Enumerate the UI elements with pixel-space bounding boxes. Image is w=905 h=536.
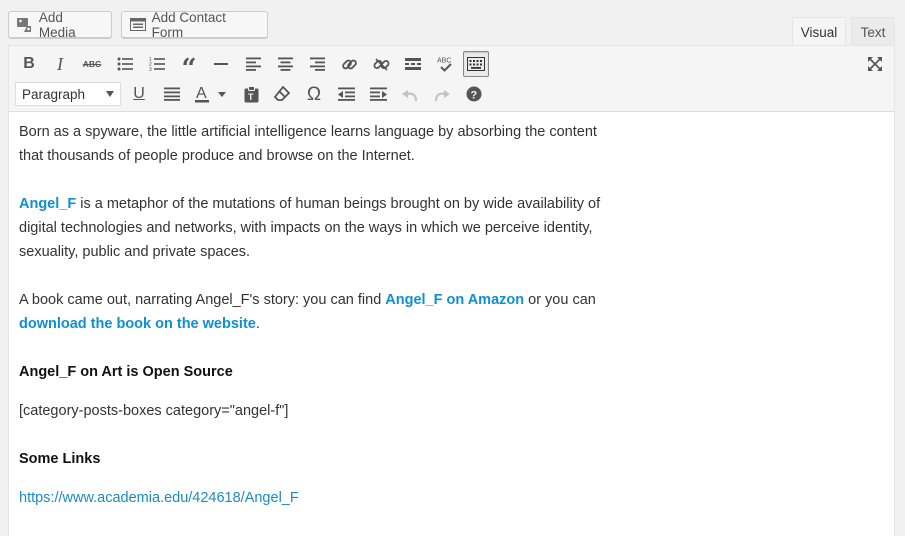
toolbar-toggle-button[interactable] — [463, 51, 489, 77]
redo-button[interactable] — [429, 81, 455, 107]
numbered-list-button[interactable]: 123 — [144, 51, 170, 77]
paragraph-book-text-a: A book came out, narrating Angel_F's sto… — [19, 292, 386, 308]
horizontal-line-button[interactable] — [208, 51, 234, 77]
strikethrough-button[interactable]: ABC — [79, 51, 105, 77]
justify-button[interactable] — [159, 81, 185, 107]
bold-button[interactable]: B — [16, 51, 42, 77]
insert-link-button[interactable] — [336, 51, 362, 77]
format-select[interactable]: Paragraph — [15, 82, 121, 106]
numbered-list-icon: 123 — [149, 57, 165, 71]
redo-icon — [434, 90, 450, 101]
align-left-icon — [245, 57, 261, 71]
omega-icon: Ω — [306, 83, 322, 105]
outdent-icon — [337, 87, 355, 101]
heading-some-links: Some Links — [19, 451, 101, 467]
editor-topbar: Add Media Add Contact Form Visual Text — [0, 0, 905, 46]
align-center-icon — [277, 57, 293, 71]
tab-text[interactable]: Text — [851, 17, 895, 46]
svg-text:T: T — [248, 92, 254, 102]
outdent-button[interactable] — [333, 81, 359, 107]
special-character-button[interactable]: Ω — [301, 81, 327, 107]
undo-button[interactable] — [397, 81, 423, 107]
align-right-icon — [309, 57, 325, 71]
italic-icon: I — [57, 54, 63, 74]
bullet-list-button[interactable] — [112, 51, 138, 77]
help-icon: ? — [466, 86, 482, 102]
fullscreen-button[interactable] — [862, 51, 888, 77]
paragraph-metaphor-text: is a metaphor of the mutations of human … — [19, 196, 601, 260]
unlink-icon — [373, 57, 389, 71]
remove-link-button[interactable] — [368, 51, 394, 77]
heading-open-source: Angel_F on Art is Open Source — [19, 364, 233, 380]
paragraph-book-text-b: or you can — [524, 292, 596, 308]
help-button[interactable]: ? — [461, 81, 487, 107]
form-icon — [129, 17, 147, 33]
align-left-button[interactable] — [240, 51, 266, 77]
bold-icon: B — [23, 55, 35, 72]
keyboard-icon — [467, 57, 485, 71]
shortcode-text: [category-posts-boxes category="angel-f"… — [19, 403, 289, 419]
align-right-button[interactable] — [304, 51, 330, 77]
paragraph-metaphor: Angel_F is a metaphor of the mutations o… — [19, 192, 604, 264]
media-icon — [16, 17, 34, 33]
italic-button[interactable]: I — [47, 51, 73, 77]
download-book-link[interactable]: download the book on the website — [19, 316, 256, 332]
editor-content[interactable]: Born as a spyware, the little artificial… — [8, 112, 895, 536]
underline-button[interactable]: U — [126, 81, 152, 107]
svg-text:3: 3 — [149, 67, 152, 71]
tab-visual[interactable]: Visual — [792, 17, 846, 46]
paragraph-book: A book came out, narrating Angel_F's sto… — [19, 288, 604, 336]
add-contact-form-label: Add Contact Form — [151, 9, 226, 40]
add-media-label: Add Media — [38, 9, 76, 40]
format-select-value: Paragraph — [22, 86, 86, 102]
bullet-list-icon — [117, 57, 133, 71]
text-color-button[interactable]: A — [190, 81, 230, 107]
paragraph-book-text-c: . — [255, 316, 260, 332]
paragraph-intro: Born as a spyware, the little artificial… — [19, 124, 597, 164]
undo-icon — [402, 90, 418, 101]
paste-as-text-button[interactable]: T — [238, 81, 264, 107]
svg-text:A: A — [196, 85, 207, 102]
read-more-icon — [405, 58, 421, 70]
academia-link[interactable]: https://www.academia.edu/424618/Angel_F — [19, 490, 299, 506]
spellcheck-icon: ABC — [437, 57, 452, 72]
add-media-button[interactable]: Add Media — [8, 9, 112, 40]
svg-text:?: ? — [471, 90, 478, 102]
spellcheck-button[interactable]: ABC — [432, 51, 458, 77]
blockquote-button[interactable]: “ — [176, 51, 202, 82]
text-color-icon: A — [195, 85, 226, 103]
angel-f-link[interactable]: Angel_F — [19, 196, 76, 212]
svg-text:ABC: ABC — [437, 57, 451, 64]
blockquote-icon: “ — [181, 54, 197, 84]
fullscreen-icon — [868, 57, 882, 71]
indent-button[interactable] — [365, 81, 391, 107]
read-more-button[interactable] — [400, 51, 426, 77]
justify-icon — [164, 87, 180, 101]
indent-icon — [369, 87, 387, 101]
amazon-link[interactable]: Angel_F on Amazon — [385, 292, 524, 308]
strikethrough-icon: ABC — [82, 59, 102, 69]
eraser-icon — [274, 86, 290, 101]
horizontal-line-icon — [214, 63, 228, 65]
chevron-down-icon — [106, 91, 114, 97]
clear-formatting-button[interactable] — [269, 81, 295, 107]
align-center-button[interactable] — [272, 51, 298, 77]
add-contact-form-button[interactable]: Add Contact Form — [121, 9, 268, 40]
link-icon — [341, 59, 357, 69]
underline-icon: U — [133, 85, 145, 102]
editor-toolbar: B I ABC 123 “ ABC Paragraph U A T Ω ? — [8, 45, 895, 112]
clipboard-icon: T — [244, 85, 258, 102]
